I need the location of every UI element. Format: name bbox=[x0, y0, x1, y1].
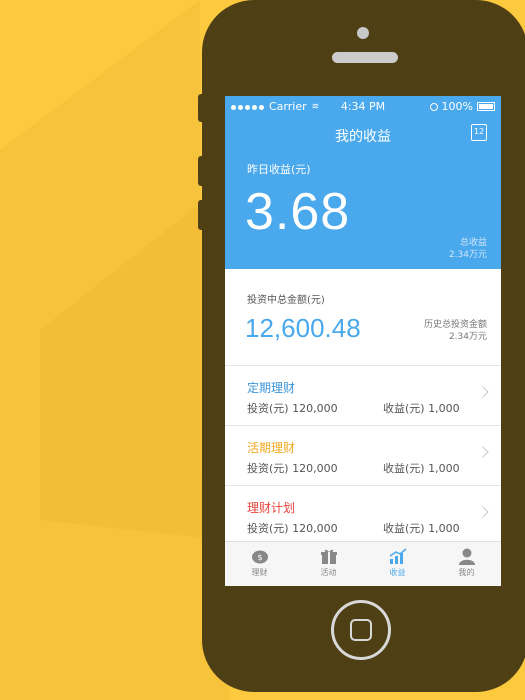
battery-percent: 100% bbox=[441, 100, 473, 113]
mute-switch bbox=[198, 94, 204, 122]
user-icon bbox=[458, 548, 475, 565]
product-investment: 投资(元) 120,000 bbox=[247, 462, 338, 475]
app-screen: Carrier ≋ 4:34 PM 100% 我的收益 12 昨日收益(元) 3… bbox=[225, 96, 501, 586]
gift-icon bbox=[320, 549, 337, 564]
volume-down-button bbox=[198, 200, 204, 230]
svg-text:$: $ bbox=[257, 553, 262, 562]
product-row-plan[interactable]: 理财计划 投资(元) 120,000 收益(元) 1,000 bbox=[225, 486, 501, 546]
product-income: 收益(元) 1,000 bbox=[383, 522, 460, 535]
tab-finance[interactable]: $ 理财 bbox=[225, 542, 294, 586]
tab-label: 活动 bbox=[320, 568, 337, 577]
product-name: 定期理财 bbox=[247, 381, 296, 395]
total-earnings-label: 总收益 bbox=[459, 238, 487, 248]
product-income: 收益(元) 1,000 bbox=[383, 402, 460, 415]
product-income: 收益(元) 1,000 bbox=[383, 462, 460, 475]
investment-label: 投资中总金额(元) bbox=[247, 295, 325, 306]
total-earnings[interactable]: 总收益 2.34万元 bbox=[449, 237, 487, 261]
product-investment: 投资(元) 120,000 bbox=[247, 522, 338, 535]
tab-label: 我的 bbox=[458, 568, 475, 577]
product-row-fixed[interactable]: 定期理财 投资(元) 120,000 收益(元) 1,000 bbox=[225, 366, 501, 426]
product-investment: 投资(元) 120,000 bbox=[247, 402, 338, 415]
history-investment: 历史总投资金额 2.34万元 bbox=[424, 319, 487, 343]
total-earnings-value: 2.34万元 bbox=[448, 250, 487, 260]
volume-up-button bbox=[198, 156, 204, 186]
product-row-current[interactable]: 活期理财 投资(元) 120,000 收益(元) 1,000 bbox=[225, 426, 501, 486]
investment-summary: 投资中总金额(元) 12,600.48 历史总投资金额 2.34万元 bbox=[225, 269, 501, 366]
tab-label: 收益 bbox=[389, 568, 406, 577]
tab-earnings[interactable]: 收益 bbox=[363, 542, 432, 586]
front-camera bbox=[357, 27, 369, 39]
navigation-bar: 我的收益 12 bbox=[225, 116, 501, 152]
tab-me[interactable]: 我的 bbox=[432, 542, 501, 586]
tab-label: 理财 bbox=[251, 568, 268, 577]
investment-value: 12,600.48 bbox=[245, 313, 361, 343]
product-name: 活期理财 bbox=[247, 441, 296, 455]
home-button[interactable] bbox=[331, 600, 391, 660]
yesterday-earnings-value: 3.68 bbox=[245, 183, 351, 241]
chevron-right-icon bbox=[477, 506, 489, 518]
yesterday-earnings-panel: 昨日收益(元) 3.68 总收益 2.34万元 bbox=[225, 152, 501, 269]
tab-activity[interactable]: 活动 bbox=[294, 542, 363, 586]
chart-icon bbox=[389, 548, 406, 564]
piggy-bank-icon: $ bbox=[251, 550, 268, 564]
page-title: 我的收益 bbox=[335, 129, 391, 145]
yesterday-earnings-label: 昨日收益(元) bbox=[247, 163, 311, 176]
chevron-right-icon bbox=[477, 386, 489, 398]
chevron-right-icon bbox=[477, 446, 489, 458]
battery-icon bbox=[477, 102, 495, 111]
status-bar: Carrier ≋ 4:34 PM 100% bbox=[225, 96, 501, 116]
product-name: 理财计划 bbox=[247, 501, 296, 515]
earpiece-speaker bbox=[332, 52, 398, 63]
tab-bar: $ 理财 活动 收益 我的 bbox=[225, 541, 501, 586]
rotation-lock-icon bbox=[429, 102, 438, 111]
history-investment-value: 2.34万元 bbox=[448, 332, 487, 342]
home-square-icon bbox=[350, 619, 372, 641]
power-button bbox=[420, 0, 460, 4]
calendar-icon[interactable]: 12 bbox=[471, 124, 487, 141]
history-investment-label: 历史总投资金额 bbox=[423, 320, 487, 330]
